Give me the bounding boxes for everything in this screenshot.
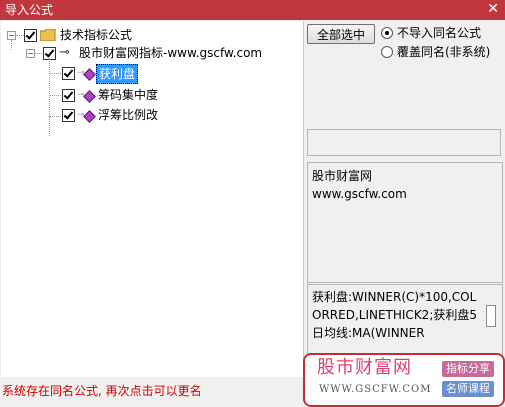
tree-connector bbox=[49, 95, 61, 96]
window-title: 导入公式 bbox=[5, 3, 54, 17]
status-message: 系统存在同名公式, 再次点击可以更名 bbox=[2, 384, 202, 398]
tree-connector bbox=[49, 58, 50, 136]
collapse-group-icon[interactable]: − bbox=[26, 49, 35, 58]
formula-tree: − 技术指标公式 − ⊸ 股市财富网指标-www.gscfw.com ⊸ 获利盘… bbox=[1, 21, 303, 377]
formula-diamond-icon bbox=[83, 90, 96, 103]
tree-connector bbox=[11, 40, 12, 50]
brand-tag: 指标分享 bbox=[442, 361, 494, 377]
tree-node-label: 股市财富网指标-www.gscfw.com bbox=[79, 46, 263, 60]
code-scrollbar[interactable] bbox=[486, 305, 496, 327]
close-icon[interactable]: ✕ bbox=[487, 1, 499, 17]
radio-indicator[interactable] bbox=[381, 27, 393, 39]
key-icon: ⊸ bbox=[59, 45, 70, 60]
import-formula-dialog: 导入公式 ✕ − 技术指标公式 − ⊸ 股市财富网指标-www.gscfw.co… bbox=[0, 0, 505, 407]
options-pane: 全部选中 不导入同名公式 覆盖同名(非系统) 股市财富网 www.gscfw.c… bbox=[305, 21, 505, 377]
tree-connector bbox=[16, 35, 24, 36]
root-checkbox[interactable] bbox=[24, 29, 37, 42]
tree-connector bbox=[49, 116, 61, 117]
brand-tag: 名师课程 bbox=[442, 381, 494, 397]
collapse-root-icon[interactable]: − bbox=[7, 31, 16, 40]
brand-url: WWW.GSCFW.COM bbox=[319, 384, 432, 395]
tree-item-label: 浮筹比例改 bbox=[98, 108, 159, 122]
item-checkbox[interactable] bbox=[62, 67, 75, 80]
tree-item-label: 获利盘 bbox=[96, 64, 139, 84]
radio-label: 覆盖同名(非系统) bbox=[397, 45, 491, 59]
folder-icon bbox=[40, 29, 56, 41]
tree-item-label: 筹码集中度 bbox=[98, 88, 159, 102]
formula-diamond-icon bbox=[83, 68, 96, 81]
formula-code-text: 获利盘:WINNER(C)*100,COLORRED,LINETHICK2;获利… bbox=[312, 290, 477, 340]
tree-connector bbox=[49, 73, 61, 74]
select-all-button[interactable]: 全部选中 bbox=[307, 24, 375, 44]
tree-node-label: 技术指标公式 bbox=[60, 28, 133, 42]
formula-name-box bbox=[307, 129, 501, 156]
item-checkbox[interactable] bbox=[62, 109, 75, 122]
description-line: www.gscfw.com bbox=[312, 187, 407, 201]
radio-indicator[interactable] bbox=[381, 46, 393, 58]
formula-tree-pane: − 技术指标公式 − ⊸ 股市财富网指标-www.gscfw.com ⊸ 获利盘… bbox=[1, 21, 304, 377]
formula-description: 股市财富网 www.gscfw.com bbox=[307, 162, 503, 283]
item-checkbox[interactable] bbox=[62, 89, 75, 102]
title-bar[interactable]: 导入公式 ✕ bbox=[0, 0, 505, 20]
description-line: 股市财富网 bbox=[312, 169, 373, 183]
brand-watermark: 股市财富网 WWW.GSCFW.COM 指标分享 名师课程 bbox=[303, 353, 505, 407]
radio-label: 不导入同名公式 bbox=[397, 26, 482, 40]
tree-connector bbox=[35, 53, 42, 54]
brand-name: 股市财富网 bbox=[317, 357, 412, 378]
formula-diamond-icon bbox=[83, 110, 96, 123]
